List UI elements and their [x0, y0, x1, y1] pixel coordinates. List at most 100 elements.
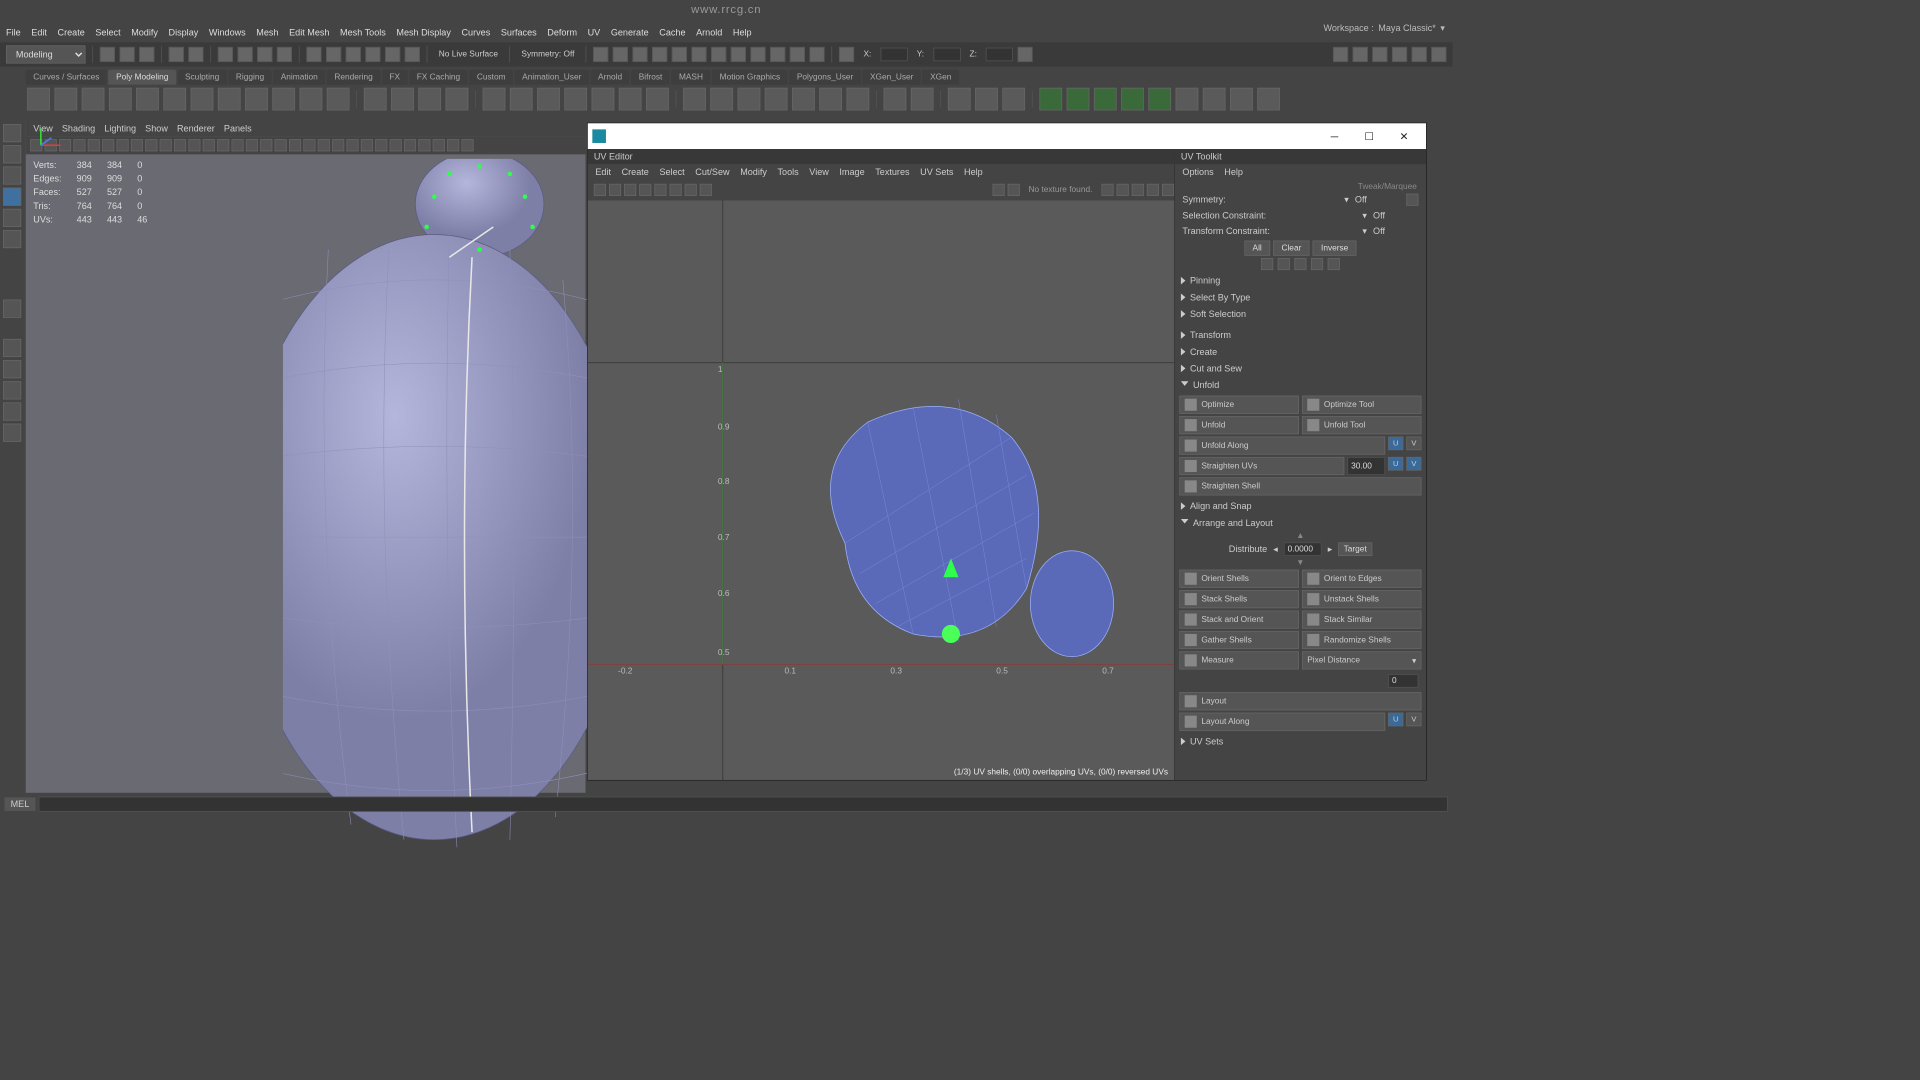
uv-dim-icon[interactable]	[639, 184, 651, 196]
stack-orient-button[interactable]: Stack and Orient	[1179, 610, 1299, 628]
outliner-toggle-icon[interactable]	[3, 424, 21, 442]
modeling-toolkit-icon[interactable]	[1431, 47, 1446, 62]
vp-icon[interactable]	[102, 139, 114, 151]
vp-icon[interactable]	[246, 139, 258, 151]
pixel-distance-dropdown[interactable]: Pixel Distance▾	[1302, 651, 1422, 669]
uv-cylindrical-icon[interactable]	[1067, 88, 1090, 111]
coord-z-input[interactable]	[986, 48, 1013, 62]
vp-icon[interactable]	[217, 139, 229, 151]
step-back-icon[interactable]	[613, 47, 628, 62]
cmdline-lang[interactable]: MEL	[5, 797, 36, 811]
chevron-down-icon[interactable]: ▾	[1362, 210, 1367, 221]
shelf-tab[interactable]: Curves / Surfaces	[26, 70, 107, 85]
menu-file[interactable]: File	[6, 27, 21, 38]
select-edge-icon[interactable]	[238, 47, 253, 62]
poly-soccer-icon[interactable]	[364, 88, 387, 111]
frame-back-icon[interactable]	[633, 47, 648, 62]
poly-cone-icon[interactable]	[109, 88, 132, 111]
spiral-icon[interactable]	[446, 88, 469, 111]
uv-menu-textures[interactable]: Textures	[875, 166, 909, 177]
vp-icon[interactable]	[418, 139, 430, 151]
select-tool-icon[interactable]	[3, 124, 21, 142]
uv-channel-icon[interactable]	[1147, 184, 1159, 196]
key-icon[interactable]	[652, 47, 667, 62]
coord-x-input[interactable]	[880, 48, 907, 62]
insert-edge-icon[interactable]	[738, 88, 761, 111]
menu-mesh-tools[interactable]: Mesh Tools	[340, 27, 386, 38]
shelf-tab[interactable]: FX	[382, 70, 408, 85]
vp-renderer[interactable]: Renderer	[177, 123, 215, 134]
uv-menu-select[interactable]: Select	[659, 166, 684, 177]
poly-prism-icon[interactable]	[272, 88, 295, 111]
section-arrange-layout[interactable]: Arrange and Layout	[1179, 514, 1421, 531]
menu-edit-mesh[interactable]: Edit Mesh	[289, 27, 329, 38]
uv-spherical-icon[interactable]	[1094, 88, 1117, 111]
vp-icon[interactable]	[289, 139, 301, 151]
unfold-u-button[interactable]: U	[1388, 437, 1403, 451]
close-button[interactable]: ✕	[1387, 125, 1422, 148]
retopo-icon[interactable]	[1257, 88, 1280, 111]
vp-icon[interactable]	[346, 139, 358, 151]
shell-sel-icon[interactable]	[1311, 258, 1323, 270]
menu-cache[interactable]: Cache	[659, 27, 685, 38]
save-scene-icon[interactable]	[139, 47, 154, 62]
uv-menu-tools[interactable]: Tools	[778, 166, 799, 177]
render-settings-icon[interactable]	[770, 47, 785, 62]
shelf-tab[interactable]: Animation_User	[515, 70, 589, 85]
symmetry-config-icon[interactable]	[1406, 194, 1418, 206]
channel-box-icon[interactable]	[1353, 47, 1368, 62]
shrink-sel-icon[interactable]	[1261, 258, 1273, 270]
uv-view-transform-icon[interactable]	[1162, 184, 1174, 196]
poly-torus-icon[interactable]	[136, 88, 159, 111]
uv-menu-modify[interactable]: Modify	[740, 166, 767, 177]
target-weld-icon[interactable]	[710, 88, 733, 111]
chevron-down-icon[interactable]: ▾	[1362, 225, 1367, 236]
snap-plane-icon[interactable]	[365, 47, 380, 62]
layout-along-button[interactable]: Layout Along	[1179, 713, 1385, 731]
orient-edges-button[interactable]: Orient to Edges	[1302, 570, 1422, 588]
randomize-shells-button[interactable]: Randomize Shells	[1302, 631, 1422, 649]
snap-grid-icon[interactable]	[306, 47, 321, 62]
uv-cut-icon[interactable]	[1230, 88, 1253, 111]
window-titlebar[interactable]: ─ ☐ ✕	[588, 123, 1426, 149]
symmetry-label[interactable]: Symmetry: Off	[517, 50, 579, 59]
shelf-tab[interactable]: XGen_User	[862, 70, 921, 85]
uv-wire-icon[interactable]	[685, 184, 697, 196]
flood-sel-icon[interactable]	[1294, 258, 1306, 270]
selconstraint-value[interactable]: Off	[1373, 210, 1418, 221]
vp-icon[interactable]	[117, 139, 129, 151]
select-all-button[interactable]: All	[1244, 241, 1270, 256]
select-vertex-icon[interactable]	[218, 47, 233, 62]
section-cut-and-sew[interactable]: Cut and Sew	[1179, 360, 1421, 377]
poly-pyramid-icon[interactable]	[245, 88, 268, 111]
menu-modify[interactable]: Modify	[131, 27, 158, 38]
unfold-tool-button[interactable]: Unfold Tool	[1302, 416, 1422, 434]
two-pane-side-icon[interactable]	[3, 381, 21, 399]
vp-icon[interactable]	[361, 139, 373, 151]
vp-icon[interactable]	[390, 139, 402, 151]
uv-shade-icon[interactable]	[624, 184, 636, 196]
unfold-along-button[interactable]: Unfold Along	[1179, 437, 1385, 455]
vp-icon[interactable]	[174, 139, 186, 151]
unfold-v-button[interactable]: V	[1406, 437, 1421, 451]
bevel-icon[interactable]	[646, 88, 669, 111]
play-icon[interactable]	[790, 47, 805, 62]
panel-layout-icon[interactable]	[1333, 47, 1348, 62]
step-fwd-icon[interactable]	[692, 47, 707, 62]
section-align-snap[interactable]: Align and Snap	[1179, 498, 1421, 515]
select-face-icon[interactable]	[257, 47, 272, 62]
uv-editor-icon[interactable]	[1176, 88, 1199, 111]
snap-live-icon[interactable]	[405, 47, 420, 62]
snap-point-icon[interactable]	[346, 47, 361, 62]
uv-isolate-icon[interactable]	[1101, 184, 1113, 196]
vp-icon[interactable]	[231, 139, 243, 151]
separate-icon[interactable]	[510, 88, 533, 111]
four-pane-icon[interactable]	[3, 360, 21, 378]
uv-auto-icon[interactable]	[1121, 88, 1144, 111]
extrude-icon[interactable]	[592, 88, 615, 111]
uv-sew-icon[interactable]	[1203, 88, 1226, 111]
section-uv-sets[interactable]: UV Sets	[1179, 733, 1421, 750]
select-clear-button[interactable]: Clear	[1273, 241, 1310, 256]
undo-icon[interactable]	[169, 47, 184, 62]
vp-icon[interactable]	[203, 139, 215, 151]
